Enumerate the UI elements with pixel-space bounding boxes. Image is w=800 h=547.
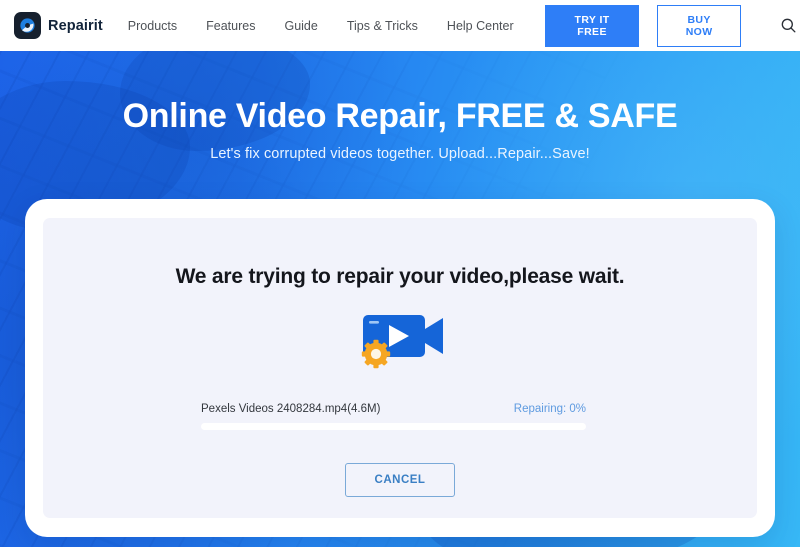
file-name-label: Pexels Videos 2408284.mp4(4.6M) (201, 403, 381, 415)
nav-item-guide[interactable]: Guide (284, 19, 317, 33)
buy-now-button[interactable]: BUY NOW (657, 4, 741, 47)
brand-logo[interactable]: Repairit (14, 12, 103, 39)
nav-item-help-center[interactable]: Help Center (447, 19, 514, 33)
progress-bar (201, 423, 586, 430)
file-info-row: Pexels Videos 2408284.mp4(4.6M) Repairin… (201, 403, 586, 415)
main-nav: Products Features Guide Tips & Tricks He… (128, 19, 543, 33)
repair-status-label: Repairing: 0% (513, 403, 586, 415)
page-subtitle: Let's fix corrupted videos together. Upl… (210, 146, 590, 162)
repair-card: We are trying to repair your video,pleas… (25, 199, 775, 537)
nav-item-features[interactable]: Features (206, 19, 255, 33)
repair-panel: We are trying to repair your video,pleas… (43, 218, 757, 518)
repair-status-title: We are trying to repair your video,pleas… (175, 265, 625, 288)
site-header: Repairit Products Features Guide Tips & … (0, 0, 800, 51)
nav-item-tips-tricks[interactable]: Tips & Tricks (347, 19, 418, 33)
search-icon[interactable] (778, 14, 800, 38)
brand-name: Repairit (48, 17, 103, 34)
hero-section: Online Video Repair, FREE & SAFE Let's f… (0, 51, 800, 547)
nav-item-products[interactable]: Products (128, 19, 177, 33)
video-repair-icon (43, 308, 757, 370)
try-it-free-button[interactable]: TRY IT FREE (544, 4, 640, 47)
repairit-logo-icon (14, 12, 41, 39)
card-actions: CANCEL (43, 463, 757, 497)
cancel-button[interactable]: CANCEL (344, 463, 456, 497)
page-title: Online Video Repair, FREE & SAFE (122, 97, 678, 135)
